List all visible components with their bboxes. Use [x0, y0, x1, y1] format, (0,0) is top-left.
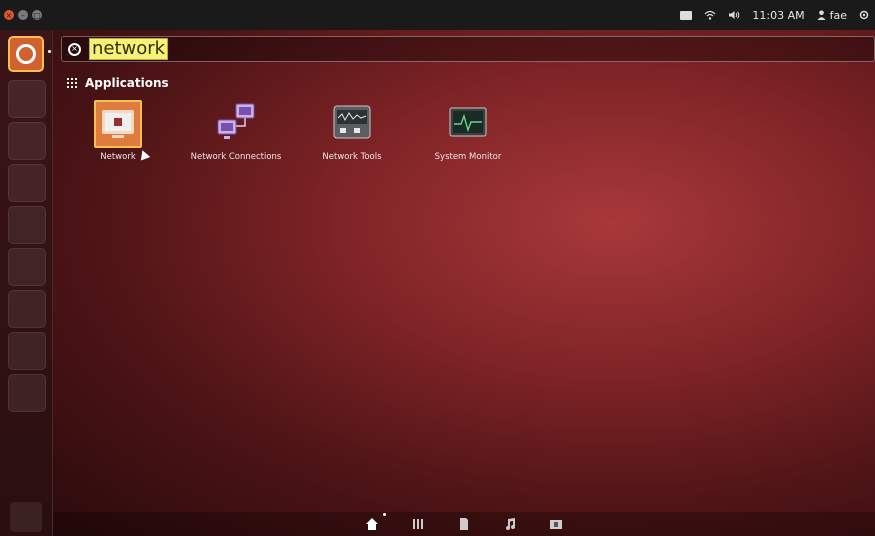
launcher-item-firefox[interactable]: [8, 122, 46, 160]
launcher-item-drive[interactable]: [8, 290, 46, 328]
applications-lens-icon[interactable]: [411, 517, 425, 531]
user-icon: [817, 10, 826, 20]
launcher-item-files[interactable]: [8, 80, 46, 118]
video-lens-icon[interactable]: [549, 517, 563, 531]
network-indicator[interactable]: [704, 10, 716, 20]
window-controls: × – □: [4, 10, 42, 20]
mail-icon: [680, 10, 693, 20]
ubuntu-logo-icon: [16, 44, 36, 64]
user-indicator[interactable]: fae: [817, 9, 847, 22]
clear-search-icon[interactable]: ×: [68, 42, 81, 56]
dash-home-button[interactable]: [8, 36, 44, 72]
home-lens-icon[interactable]: [365, 517, 379, 531]
launcher-item-settings[interactable]: [8, 206, 46, 244]
close-icon[interactable]: ×: [4, 10, 14, 20]
sound-indicator[interactable]: [728, 10, 740, 20]
search-bar[interactable]: × network: [61, 36, 875, 62]
session-indicator[interactable]: [859, 10, 869, 20]
top-panel: × – □ 11:03 AM fae: [0, 0, 875, 31]
launcher-item-usb[interactable]: [8, 374, 46, 412]
app-label: Network Connections: [190, 152, 282, 162]
dash-overlay: × network Applications Network Network C…: [53, 30, 875, 536]
section-header: Applications: [67, 76, 169, 90]
search-input[interactable]: network: [89, 38, 169, 60]
network-icon: [94, 100, 142, 148]
indicator-area: 11:03 AM fae: [680, 0, 869, 30]
app-label: Network: [100, 152, 136, 162]
music-lens-icon[interactable]: [503, 517, 517, 531]
network-connections-icon: [212, 100, 260, 148]
active-lens-indicator: [383, 513, 386, 516]
minimize-icon[interactable]: –: [18, 10, 28, 20]
launcher-item-libreoffice[interactable]: [8, 164, 46, 202]
clock-indicator[interactable]: 11:03 AM: [752, 9, 804, 22]
app-result-network-connections[interactable]: Network Connections: [181, 100, 291, 164]
wifi-icon: [704, 10, 716, 20]
launcher-active-pip: [48, 50, 51, 53]
section-title: Applications: [85, 76, 169, 90]
app-label: Network Tools: [322, 152, 382, 162]
app-result-system-monitor[interactable]: System Monitor: [413, 100, 523, 164]
maximize-icon[interactable]: □: [32, 10, 42, 20]
launcher: [0, 30, 53, 536]
gear-icon: [859, 10, 869, 20]
app-result-network[interactable]: Network: [63, 100, 173, 164]
system-monitor-icon: [444, 100, 492, 148]
user-name: fae: [829, 8, 847, 22]
launcher-item-trash[interactable]: [10, 502, 42, 532]
launcher-item-workspaces[interactable]: [8, 332, 46, 370]
mail-indicator[interactable]: [680, 10, 693, 20]
app-label: System Monitor: [434, 152, 502, 162]
app-result-network-tools[interactable]: Network Tools: [297, 100, 407, 164]
lens-bar: [53, 512, 875, 536]
network-tools-icon: [328, 100, 376, 148]
speaker-icon: [729, 11, 740, 19]
files-lens-icon[interactable]: [457, 517, 471, 531]
clock-text: 11:03 AM: [752, 8, 805, 22]
launcher-item-terminal[interactable]: [8, 248, 46, 286]
applications-section-icon: [67, 78, 77, 88]
